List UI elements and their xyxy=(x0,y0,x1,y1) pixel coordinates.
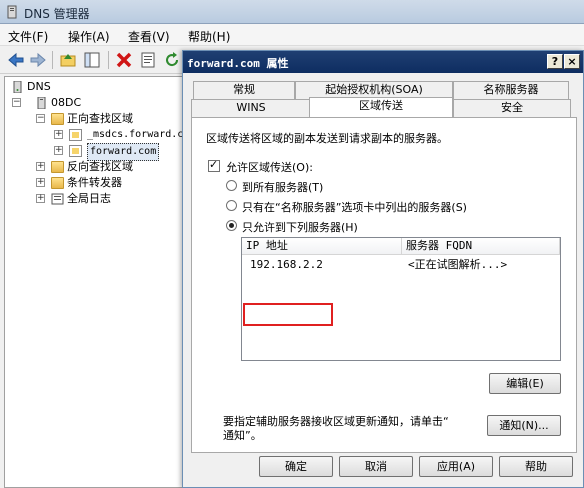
forward-arrow-icon[interactable] xyxy=(28,50,48,70)
properties-icon[interactable] xyxy=(138,50,158,70)
expand-icon[interactable]: + xyxy=(54,146,63,155)
expand-icon[interactable]: + xyxy=(36,178,45,187)
allow-transfer-label: 允许区域传送(O): xyxy=(226,161,313,174)
tree-item-conditional-forwarders[interactable]: + 条件转发器 xyxy=(9,175,179,191)
tree-item-server[interactable]: − 08DC xyxy=(9,95,179,111)
server-list[interactable]: IP 地址 服务器 FQDN 192.168.2.2 <正在试图解析...> xyxy=(241,237,561,361)
tab-general[interactable]: 常规 xyxy=(193,81,295,99)
notify-instructions-line2: 通知”。 xyxy=(223,429,262,442)
menu-bar: 文件(F) 操作(A) 查看(V) 帮助(H) xyxy=(0,24,584,46)
folder-icon xyxy=(51,113,64,125)
collapse-icon[interactable]: − xyxy=(12,98,21,107)
tree-item-msdcs-zone[interactable]: + _msdcs.forward.c xyxy=(9,127,183,143)
tree-label: DNS xyxy=(27,80,51,93)
radio-name-servers-label: 只有在“名称服务器”选项卡中列出的服务器(S) xyxy=(242,201,467,214)
radio-listed-servers-label: 只允许到下列服务器(H) xyxy=(242,221,358,234)
expand-icon[interactable]: + xyxy=(36,194,45,203)
tree-item-forward-zones[interactable]: − 正向查找区域 xyxy=(9,111,179,127)
notify-button[interactable]: 通知(N)... xyxy=(487,415,561,436)
zone-icon xyxy=(69,129,82,141)
show-tree-icon[interactable] xyxy=(82,50,102,70)
radio-name-servers-only[interactable] xyxy=(226,200,237,211)
tree-item-reverse-zones[interactable]: + 反向查找区域 xyxy=(9,159,179,175)
transfer-description: 区域传送将区域的副本发送到请求副本的服务器。 xyxy=(206,132,448,145)
delete-icon[interactable] xyxy=(114,50,134,70)
tree-item-global-logs[interactable]: + 全局日志 xyxy=(9,191,179,207)
checkmark-icon: ✓ xyxy=(209,158,219,171)
tree-label: 全局日志 xyxy=(67,192,111,205)
dialog-help-button[interactable]: 帮助 xyxy=(499,456,573,477)
close-button[interactable]: × xyxy=(564,54,580,69)
tree-label: 反向查找区域 xyxy=(67,160,133,173)
highlight-box xyxy=(243,303,333,326)
menu-action[interactable]: 操作(A) xyxy=(68,28,110,45)
refresh-icon[interactable] xyxy=(162,50,182,70)
toolbar-separator xyxy=(52,51,53,69)
expand-icon[interactable]: + xyxy=(36,162,45,171)
tab-name-servers[interactable]: 名称服务器 xyxy=(453,81,569,99)
tree-label: _msdcs.forward.c xyxy=(87,129,183,140)
tab-wins[interactable]: WINS xyxy=(191,99,311,117)
radio-listed-servers[interactable] xyxy=(226,220,237,231)
menu-view[interactable]: 查看(V) xyxy=(128,28,170,45)
dialog-title: forward.com 属性 xyxy=(187,57,289,70)
dns-server-icon xyxy=(7,5,17,19)
toolbar-separator xyxy=(108,51,109,69)
menu-help[interactable]: 帮助(H) xyxy=(188,28,230,45)
help-button[interactable]: ? xyxy=(547,54,563,69)
dns-icon xyxy=(13,81,22,93)
tree-label: 条件转发器 xyxy=(67,176,122,189)
collapse-icon[interactable]: − xyxy=(36,114,45,123)
allow-transfer-checkbox[interactable]: ✓ xyxy=(208,158,220,172)
tree-label: 正向查找区域 xyxy=(67,112,133,125)
server-ip-cell[interactable]: 192.168.2.2 xyxy=(250,257,323,273)
console-tree: DNS − 08DC − 正向查找区域 + _msdcs.forward.c +… xyxy=(4,76,184,488)
column-header-fqdn[interactable]: 服务器 FQDN xyxy=(402,238,560,255)
column-header-ip[interactable]: IP 地址 xyxy=(242,238,402,255)
menu-file[interactable]: 文件(F) xyxy=(8,28,48,45)
folder-icon xyxy=(51,161,64,173)
tree-item-dns[interactable]: DNS xyxy=(9,79,179,95)
tree-label: 08DC xyxy=(51,96,82,109)
tree-item-forward-com-zone[interactable]: + forward.com xyxy=(9,143,179,161)
radio-all-servers[interactable] xyxy=(226,180,237,191)
main-window-title: DNS 管理器 xyxy=(24,7,90,21)
up-folder-icon[interactable] xyxy=(58,50,78,70)
apply-button[interactable]: 应用(A) xyxy=(419,456,493,477)
dialog-title-bar[interactable]: forward.com 属性 ? × xyxy=(183,51,583,73)
zone-properties-dialog: forward.com 属性 ? × 常规 起始授权机构(SOA) 名称服务器 … xyxy=(182,50,584,488)
server-icon xyxy=(37,97,46,109)
folder-icon xyxy=(51,177,64,189)
cancel-button[interactable]: 取消 xyxy=(339,456,413,477)
back-arrow-icon[interactable] xyxy=(6,50,26,70)
edit-button[interactable]: 编辑(E) xyxy=(489,373,561,394)
tab-zone-transfers[interactable]: 区域传送 xyxy=(309,97,453,117)
server-fqdn-cell: <正在试图解析...> xyxy=(408,258,508,271)
log-icon xyxy=(51,193,64,205)
zone-icon xyxy=(69,145,82,157)
expand-icon[interactable]: + xyxy=(54,130,63,139)
main-title-bar: DNS 管理器 xyxy=(0,0,584,24)
ok-button[interactable]: 确定 xyxy=(259,456,333,477)
radio-all-servers-label: 到所有服务器(T) xyxy=(242,181,324,194)
tab-security[interactable]: 安全 xyxy=(453,99,571,117)
